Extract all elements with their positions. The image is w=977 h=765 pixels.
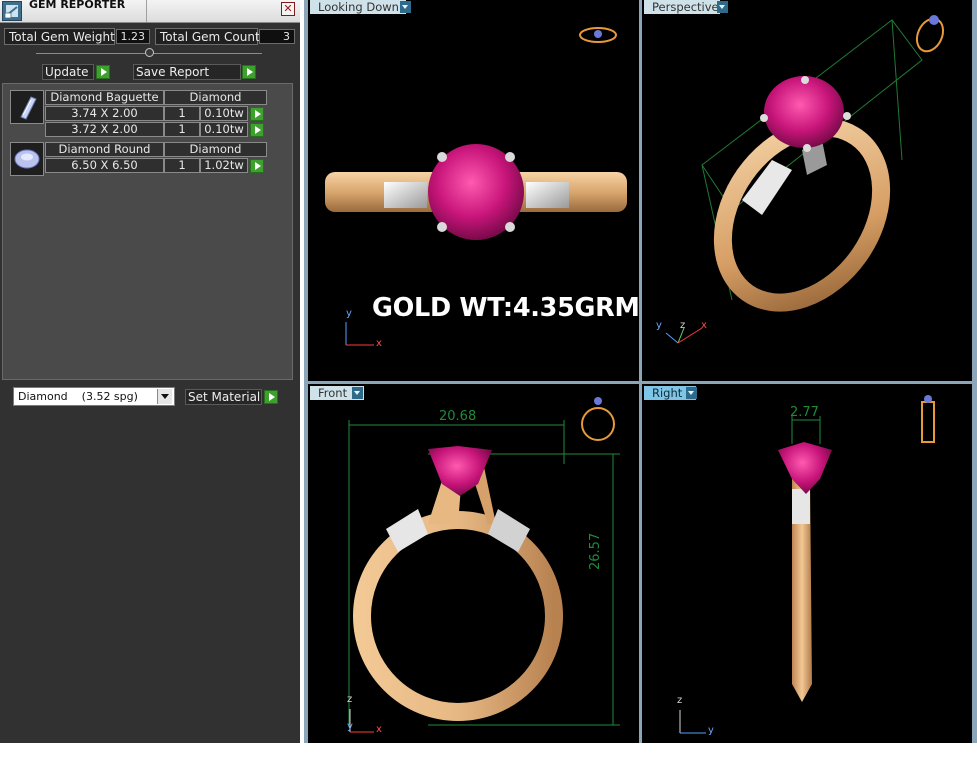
view-cube-icon xyxy=(915,15,945,53)
gold-weight-annotation: GOLD WT:4.35GRM xyxy=(372,293,640,323)
splitter-handle[interactable] xyxy=(145,48,154,57)
save-report-go-icon[interactable] xyxy=(242,65,256,79)
viewport-front[interactable]: Front 20.68 26.57 z y x xyxy=(308,384,639,743)
round-gem-icon xyxy=(10,142,44,176)
update-go-icon[interactable] xyxy=(96,65,110,79)
viewport-perspective[interactable]: Perspective y z x xyxy=(642,0,972,381)
axis-z-label: z xyxy=(680,320,686,331)
width-dimension: 2.77 xyxy=(790,405,819,420)
tab-perspective[interactable]: Perspective xyxy=(644,0,720,14)
axis-x-label: x xyxy=(376,338,382,349)
material-select[interactable]: Diamond (3.52 spg) xyxy=(13,387,175,406)
chevron-down-icon[interactable] xyxy=(157,389,172,404)
axis-z-label: z xyxy=(677,695,683,706)
title-bar[interactable]: GEM REPORTER ✕ xyxy=(0,0,300,23)
gem-row-go-icon[interactable] xyxy=(250,123,264,137)
axis-x-label: x xyxy=(701,320,707,331)
set-material-go-icon[interactable] xyxy=(264,390,278,404)
save-report-button[interactable]: Save Report xyxy=(133,64,241,80)
gem-size: 3.72 X 2.00 xyxy=(45,122,164,137)
view-cube-icon xyxy=(579,27,617,43)
axis-y-label: y xyxy=(656,320,662,331)
axis-z-label: z xyxy=(347,694,353,705)
viewport-looking-down[interactable]: Looking Down y x xyxy=(308,0,639,381)
baguette-gem-icon xyxy=(10,90,44,124)
view-menu-arrow[interactable] xyxy=(717,1,728,13)
gem-row-go-icon[interactable] xyxy=(250,107,264,121)
gem-count: 1 xyxy=(164,106,200,121)
gem-size: 6.50 X 6.50 xyxy=(45,158,164,173)
view-menu-arrow[interactable] xyxy=(686,387,697,399)
ring-perspective-view xyxy=(665,15,945,344)
view-cube-icon xyxy=(921,395,935,443)
axis-y-label: y xyxy=(346,308,352,319)
set-material-button[interactable]: Set Material xyxy=(185,389,262,405)
height-dimension: 26.57 xyxy=(588,532,603,570)
gem-count: 1 xyxy=(164,158,200,173)
gem-group-name: Diamond Round xyxy=(45,142,164,157)
view-menu-arrow[interactable] xyxy=(400,1,411,13)
gem-row-go-icon[interactable] xyxy=(250,159,264,173)
gem-weight: 1.02tw xyxy=(200,158,248,173)
gem-reporter-icon xyxy=(2,1,22,21)
window-title: GEM REPORTER xyxy=(29,0,126,11)
total-gem-weight-label: Total Gem Weight xyxy=(4,28,115,45)
ring-top-view xyxy=(325,27,627,346)
viewport-right[interactable]: Right 2.77 z y xyxy=(642,384,972,743)
gem-reporter-panel: GEM REPORTER ✕ Total Gem Weight 1.23 Tot… xyxy=(0,0,300,743)
title-divider xyxy=(146,0,147,22)
total-gem-weight-value: 1.23 xyxy=(116,29,150,44)
total-gem-count-value: 3 xyxy=(259,29,295,44)
ring-side-view xyxy=(679,395,935,734)
close-button[interactable]: ✕ xyxy=(281,2,295,16)
gem-size: 3.74 X 2.00 xyxy=(45,106,164,121)
update-button[interactable]: Update xyxy=(42,64,94,80)
gem-weight: 0.10tw xyxy=(200,122,248,137)
view-menu-arrow[interactable] xyxy=(352,387,363,399)
gem-weight: 0.10tw xyxy=(200,106,248,121)
view-cube-icon xyxy=(581,397,615,441)
axis-y-label: y xyxy=(347,721,353,732)
total-gem-count-label: Total Gem Count xyxy=(155,28,260,45)
gem-group-name: Diamond Baguette xyxy=(45,90,164,105)
gem-group-material: Diamond xyxy=(164,90,267,105)
gem-count: 1 xyxy=(164,122,200,137)
gem-group-material: Diamond xyxy=(164,142,267,157)
axis-x-label: x xyxy=(376,724,382,735)
axis-y-label: y xyxy=(708,725,714,736)
tab-looking-down[interactable]: Looking Down xyxy=(310,0,406,14)
width-dimension: 20.68 xyxy=(439,409,477,424)
